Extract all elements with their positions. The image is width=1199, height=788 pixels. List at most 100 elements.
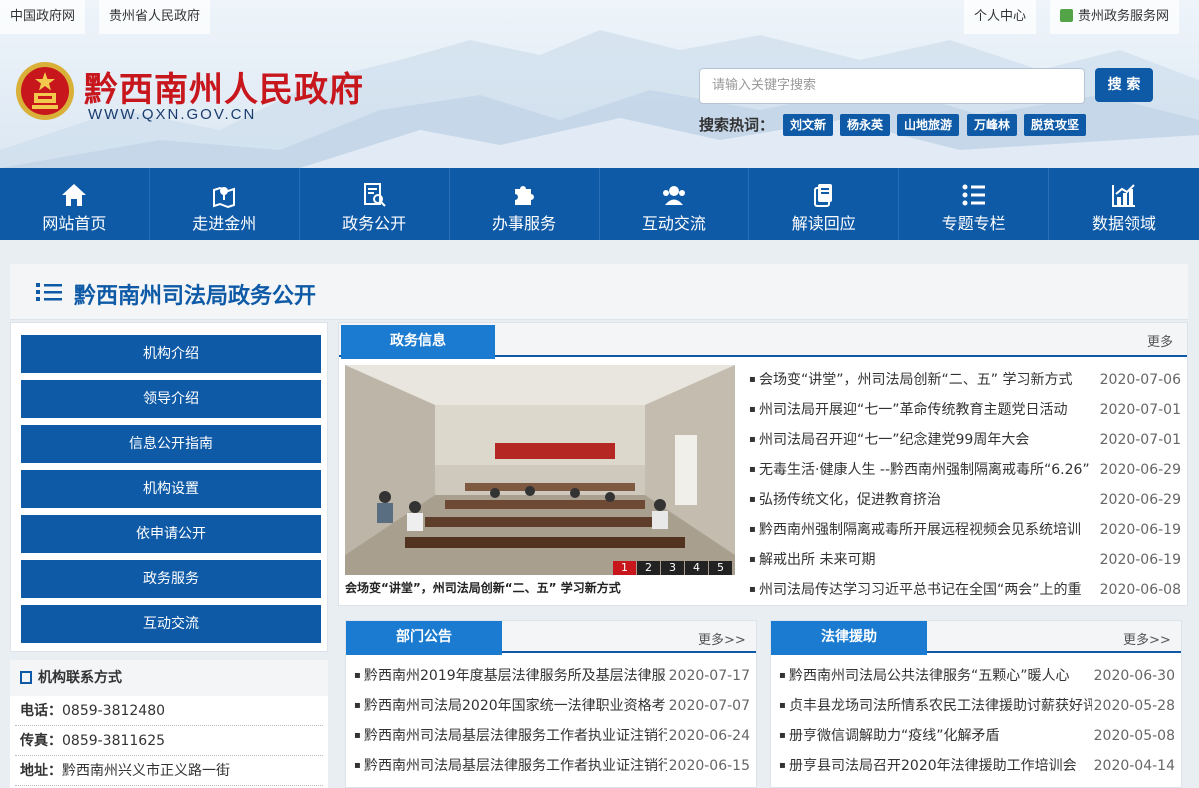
news-title[interactable]: 黔西南州司法局基层法律服务工作者执业证注销行 [364,721,667,751]
side-menu-item[interactable]: 机构介绍 [21,335,321,373]
hot-tag[interactable]: 脱贫攻坚 [1024,114,1087,136]
carousel-page[interactable]: 2 [637,561,660,575]
photo-caption[interactable]: 会场变“讲堂”，州司法局创新“二、五” 学习新方式 [345,575,735,601]
top-link-guizhou-service[interactable]: 贵州政务服务网 [1050,0,1180,34]
news-title[interactable]: 黔西南州2019年度基层法律服务所及基层法律服 [364,661,667,691]
more-link[interactable]: 更多>> [1123,629,1171,648]
news-title[interactable]: 黔西南州强制隔离戒毒所开展远程视频会见系统培训 [759,515,1098,545]
news-title[interactable]: 黔西南州司法局2020年国家统一法律职业资格考 [364,691,667,721]
site-title[interactable]: 黔西南州人民政府 [84,62,364,111]
list-item[interactable]: ▪ 黔西南州强制隔离戒毒所开展远程视频会见系统培训 2020-06-19 [749,515,1181,545]
side-menu-item[interactable]: 依申请公开 [21,515,321,553]
nav-label: 解读回应 [791,214,856,233]
more-link[interactable]: 更多>> [698,629,746,648]
legal-aid-panel: 法律援助 更多>> ▪ 黔西南州司法局公共法律服务“五颗心”暖人心 2020-06-… [770,620,1182,788]
list-item[interactable]: ▪ 会场变“讲堂”，州司法局创新“二、五” 学习新方式 2020-07-06 [749,365,1181,395]
files-icon [813,184,832,207]
legal-aid-list: ▪ 黔西南州司法局公共法律服务“五颗心”暖人心 2020-06-30 ▪ 贞丰县龙场司… [779,661,1175,781]
contact-panel: 机构联系方式 电话：0859-3812480 传真：0859-3811625 地… [10,660,328,788]
top-link-guizhou-gov[interactable]: 贵州省人民政府 [99,0,211,34]
page-title: 黔西南州司法局政务公开 [74,284,317,309]
news-title[interactable]: 解戒出所 未来可期 [759,545,1098,575]
news-title[interactable]: 无毒生活·健康人生 --黔西南州强制隔离戒毒所“6.26” [759,455,1098,485]
carousel-page[interactable]: 5 [709,561,732,575]
top-link-personal-center[interactable]: 个人中心 [964,0,1037,34]
nav-label: 走进金州 [192,214,257,233]
list-item[interactable]: ▪ 黔西南州2019年度基层法律服务所及基层法律服 2020-07-17 [354,661,750,691]
hot-tag[interactable]: 万峰林 [967,114,1018,136]
list-item[interactable]: ▪ 册亨县司法局召开2020年法律援助工作培训会 2020-04-14 [779,751,1175,781]
side-menu-item[interactable]: 领导介绍 [21,380,321,418]
dept-notice-tabbar: 部门公告 更多>> [346,621,756,655]
more-link[interactable]: 更多 [1147,331,1173,350]
side-menu-item[interactable]: 政务服务 [21,560,321,598]
hot-tag[interactable]: 杨永英 [840,114,891,136]
side-menu-item[interactable]: 机构设置 [21,470,321,508]
tab-gov-info[interactable]: 政务信息 [341,325,495,359]
list-item[interactable]: ▪ 解戒出所 未来可期 2020-06-19 [749,545,1181,575]
list-item[interactable]: ▪ 州司法局传达学习习近平总书记在全国“两会”上的重 2020-06-08 [749,575,1181,605]
news-title[interactable]: 册亨县司法局召开2020年法律援助工作培训会 [789,751,1092,781]
side-menu-item[interactable]: 信息公开指南 [21,425,321,463]
side-menu-item[interactable]: 互动交流 [21,605,321,643]
news-date: 2020-07-07 [668,698,750,714]
contact-label: 传真： [20,733,62,749]
search-button[interactable]: 搜 索 [1095,68,1153,102]
nav-item-interaction[interactable]: 互动交流 [600,168,750,240]
news-title[interactable]: 黔西南州司法局公共法律服务“五颗心”暖人心 [789,661,1092,691]
gov-info-tabbar: 政务信息 更多 [339,323,1187,359]
nav-item-data[interactable]: 数据领域 [1049,168,1199,240]
carousel-page[interactable]: 1 [613,561,636,575]
news-title[interactable]: 州司法局召开迎“七一”纪念建党99周年大会 [759,425,1098,455]
contact-phone: 电话：0859-3812480 [15,696,323,726]
nav-label: 办事服务 [492,214,557,233]
nav-item-home[interactable]: 网站首页 [0,168,150,240]
list-item[interactable]: ▪ 州司法局开展迎“七一”革命传统教育主题党日活动 2020-07-01 [749,395,1181,425]
top-link-gov-cn[interactable]: 中国政府网 [0,0,86,34]
search-input[interactable]: 请输入关键字搜索 [699,68,1085,104]
news-date: 2020-06-08 [1099,582,1181,598]
news-title[interactable]: 贞丰县龙场司法所情系农民工法律援助讨薪获好评 [789,691,1092,721]
carousel-page[interactable]: 3 [661,561,684,575]
map-location-icon [213,186,236,208]
news-title[interactable]: 州司法局开展迎“七一”革命传统教育主题党日活动 [759,395,1098,425]
contact-value: 0859-3812480 [62,703,166,719]
list-item[interactable]: ▪ 贞丰县龙场司法所情系农民工法律援助讨薪获好评 2020-05-28 [779,691,1175,721]
list-item[interactable]: ▪ 无毒生活·健康人生 --黔西南州强制隔离戒毒所“6.26” 2020-06-29 [749,455,1181,485]
tab-dept-notice[interactable]: 部门公告 [346,621,502,655]
national-emblem-icon[interactable] [14,60,76,122]
dept-notice-list: ▪ 黔西南州2019年度基层法律服务所及基层法律服 2020-07-17 ▪ 黔西南州… [354,661,750,781]
hot-tag[interactable]: 山地旅游 [897,114,960,136]
list-item[interactable]: ▪ 州司法局召开迎“七一”纪念建党99周年大会 2020-07-01 [749,425,1181,455]
top-link-guizhou-service-label: 贵州政务服务网 [1078,9,1170,24]
nav-item-interpretation[interactable]: 解读回应 [749,168,900,240]
news-date: 2020-06-24 [668,728,750,744]
news-date: 2020-07-01 [1099,432,1181,448]
news-title[interactable]: 册亨微信调解助力“疫线”化解矛盾 [789,721,1092,751]
nav-item-gov-open[interactable]: 政务公开 [300,168,450,240]
news-title[interactable]: 州司法局传达学习习近平总书记在全国“两会”上的重 [759,575,1098,605]
news-title[interactable]: 弘扬传统文化，促进教育挤治 [759,485,1098,515]
news-title[interactable]: 黔西南州司法局基层法律服务工作者执业证注销行 [364,751,667,781]
tab-legal-aid[interactable]: 法律援助 [771,621,927,655]
list-item[interactable]: ▪ 弘扬传统文化，促进教育挤治 2020-06-29 [749,485,1181,515]
nav-item-special[interactable]: 专题专栏 [899,168,1050,240]
chart-icon [1112,184,1136,207]
content-area: 黔西南州司法局政务公开 机构介绍 领导介绍 信息公开指南 机构设置 依申请公开 … [0,254,1199,788]
list-item[interactable]: ▪ 黔西南州司法局2020年国家统一法律职业资格考 2020-07-07 [354,691,750,721]
news-title[interactable]: 会场变“讲堂”，州司法局创新“二、五” 学习新方式 [759,365,1098,395]
main-nav: 网站首页 走进金州 政务公开 办事服务 互动交流 解读回应 专题专栏 数据领域 [0,168,1199,240]
home-icon [62,184,87,206]
list-item[interactable]: ▪ 黔西南州司法局公共法律服务“五颗心”暖人心 2020-06-30 [779,661,1175,691]
list-item[interactable]: ▪ 册亨微信调解助力“疫线”化解矛盾 2020-05-08 [779,721,1175,751]
puzzle-icon [515,186,535,205]
carousel-page[interactable]: 4 [685,561,708,575]
list-item[interactable]: ▪ 黔西南州司法局基层法律服务工作者执业证注销行 2020-06-15 [354,751,750,781]
list-item[interactable]: ▪ 黔西南州司法局基层法律服务工作者执业证注销行 2020-06-24 [354,721,750,751]
news-photo[interactable] [345,365,735,575]
nav-item-about[interactable]: 走进金州 [150,168,300,240]
nav-item-services[interactable]: 办事服务 [450,168,600,240]
contact-icon [20,671,32,684]
site-url: WWW.QXN.GOV.CN [88,106,257,123]
hot-tag[interactable]: 刘文新 [783,114,834,136]
